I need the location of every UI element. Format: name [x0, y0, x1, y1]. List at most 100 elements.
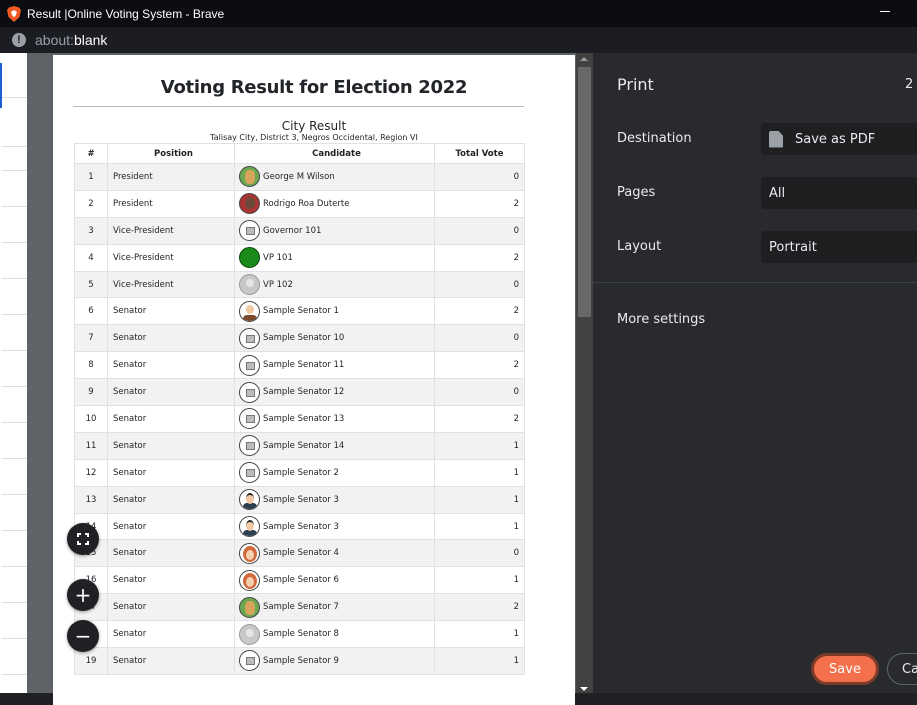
- divider: [2, 97, 27, 98]
- background-page: [0, 53, 27, 693]
- divider: [2, 566, 27, 567]
- candidate-avatar-icon: [239, 300, 260, 322]
- fit-to-page-button[interactable]: [67, 523, 99, 555]
- divider: [2, 458, 27, 459]
- pages-value: All: [769, 185, 786, 201]
- layout-select[interactable]: Portrait: [761, 231, 917, 263]
- table-row: 15 Senator Sample Senator 40: [74, 539, 525, 568]
- address-bar[interactable]: ! about: blank: [0, 27, 917, 53]
- row-number: 11: [74, 431, 108, 460]
- row-candidate-cell: Governor 101: [234, 216, 435, 245]
- plus-icon: +: [74, 583, 92, 607]
- more-settings-toggle[interactable]: More settings: [617, 312, 705, 327]
- scrollbar-thumb[interactable]: [578, 67, 591, 317]
- divider: [2, 314, 27, 315]
- row-candidate-cell: Sample Senator 3: [234, 512, 435, 541]
- table-row: 10 Senator Sample Senator 13 2: [74, 405, 525, 433]
- row-candidate: Sample Senator 9: [263, 655, 339, 666]
- row-candidate-cell: Sample Senator 8: [234, 620, 435, 649]
- row-position: Vice-President: [107, 243, 235, 272]
- table-row: 7 Senator Sample Senator 10 0: [74, 324, 525, 353]
- row-total-vote: 0: [434, 216, 525, 245]
- table-row: 11 Senator Sample Senator 14 1: [74, 431, 525, 460]
- row-total-vote: 1: [434, 566, 525, 595]
- divider: [2, 638, 27, 639]
- divider: [2, 674, 27, 675]
- candidate-avatar-icon: [239, 569, 260, 591]
- divider: [2, 242, 27, 243]
- minimize-button[interactable]: [880, 6, 890, 16]
- zoom-out-button[interactable]: −: [67, 620, 99, 652]
- file-icon: [769, 130, 783, 148]
- destination-label: Destination: [617, 131, 692, 146]
- row-candidate-cell: Sample Senator 2: [234, 458, 435, 487]
- header-position: Position: [107, 143, 235, 164]
- row-candidate-cell: Sample Senator 3: [234, 485, 435, 514]
- url-host: blank: [73, 32, 108, 48]
- row-position: Senator: [107, 647, 235, 675]
- row-candidate-cell: Sample Senator 14: [234, 431, 435, 460]
- row-candidate-cell: Sample Senator 6: [234, 566, 435, 595]
- divider: [2, 422, 27, 423]
- results-table: # Position Candidate Total Vote 1 Preside…: [74, 143, 525, 675]
- row-total-vote: 1: [434, 458, 525, 487]
- candidate-avatar-icon: [239, 220, 260, 242]
- table-row: 12 Senator Sample Senator 2 1: [74, 458, 525, 487]
- divider: [2, 602, 27, 603]
- divider: [2, 386, 27, 387]
- candidate-avatar-icon: [239, 247, 260, 269]
- site-info-icon[interactable]: !: [12, 33, 26, 47]
- divider: [2, 170, 27, 171]
- candidate-avatar-icon: [239, 623, 260, 645]
- table-row: 19 Senator Sample Senator 91: [74, 647, 525, 675]
- row-total-vote: 2: [434, 189, 525, 218]
- table-row: 2 President Rodrigo Roa Duterte 2: [74, 189, 525, 218]
- header-candidate: Candidate: [234, 143, 435, 164]
- row-candidate: Sample Senator 14: [263, 440, 345, 451]
- row-position: Senator: [107, 431, 235, 460]
- table-row: 9 Senator Sample Senator 12 0: [74, 378, 525, 407]
- candidate-avatar-icon: [239, 596, 260, 618]
- candidate-avatar-icon: [239, 354, 260, 376]
- print-settings-panel: Print 2 Destination Save as PDF Pages Al…: [593, 53, 917, 693]
- pages-select[interactable]: All: [761, 177, 917, 209]
- row-number: 5: [74, 270, 108, 299]
- row-position: Senator: [107, 458, 235, 487]
- preview-scrollbar[interactable]: [576, 53, 593, 693]
- row-total-vote: 0: [434, 539, 525, 568]
- divider: [2, 530, 27, 531]
- save-button[interactable]: Save: [811, 653, 879, 685]
- row-candidate: George M Wilson: [263, 171, 335, 182]
- row-number: 1: [74, 163, 108, 191]
- preview-page: Voting Result for Election 2022 City Res…: [53, 55, 575, 705]
- destination-select[interactable]: Save as PDF: [761, 123, 917, 155]
- document-location: Talisay City, District 3, Negros Occiden…: [210, 133, 418, 142]
- row-candidate: VP 101: [263, 252, 293, 263]
- row-number: 8: [74, 351, 108, 380]
- table-row: 18SenatorSample Senator 81: [74, 620, 525, 649]
- row-candidate: Sample Senator 2: [263, 467, 339, 478]
- scroll-up-arrow-icon[interactable]: [580, 57, 588, 61]
- row-position: Senator: [107, 378, 235, 407]
- table-row: 1 President George M Wilson 0: [74, 163, 525, 191]
- row-candidate-cell: Sample Senator 7: [234, 593, 435, 622]
- candidate-avatar-icon: [239, 193, 260, 215]
- row-total-vote: 0: [434, 163, 525, 191]
- cancel-button[interactable]: Ca: [887, 653, 917, 685]
- pages-label: Pages: [617, 185, 656, 200]
- row-candidate-cell: Sample Senator 13: [234, 405, 435, 433]
- zoom-in-button[interactable]: +: [67, 579, 99, 611]
- row-number: 9: [74, 378, 108, 407]
- print-title: Print: [617, 75, 654, 94]
- row-candidate: Sample Senator 12: [263, 387, 345, 398]
- row-candidate: Sample Senator 1: [263, 306, 339, 317]
- candidate-avatar-icon: [239, 489, 260, 511]
- row-number: 2: [74, 189, 108, 218]
- row-number: 10: [74, 405, 108, 433]
- settings-divider: [593, 282, 917, 283]
- header-total-vote: Total Vote: [434, 143, 525, 164]
- layout-label: Layout: [617, 239, 662, 254]
- divider: [2, 350, 27, 351]
- row-candidate-cell: Sample Senator 9: [234, 647, 435, 675]
- scroll-down-arrow-icon[interactable]: [580, 687, 588, 691]
